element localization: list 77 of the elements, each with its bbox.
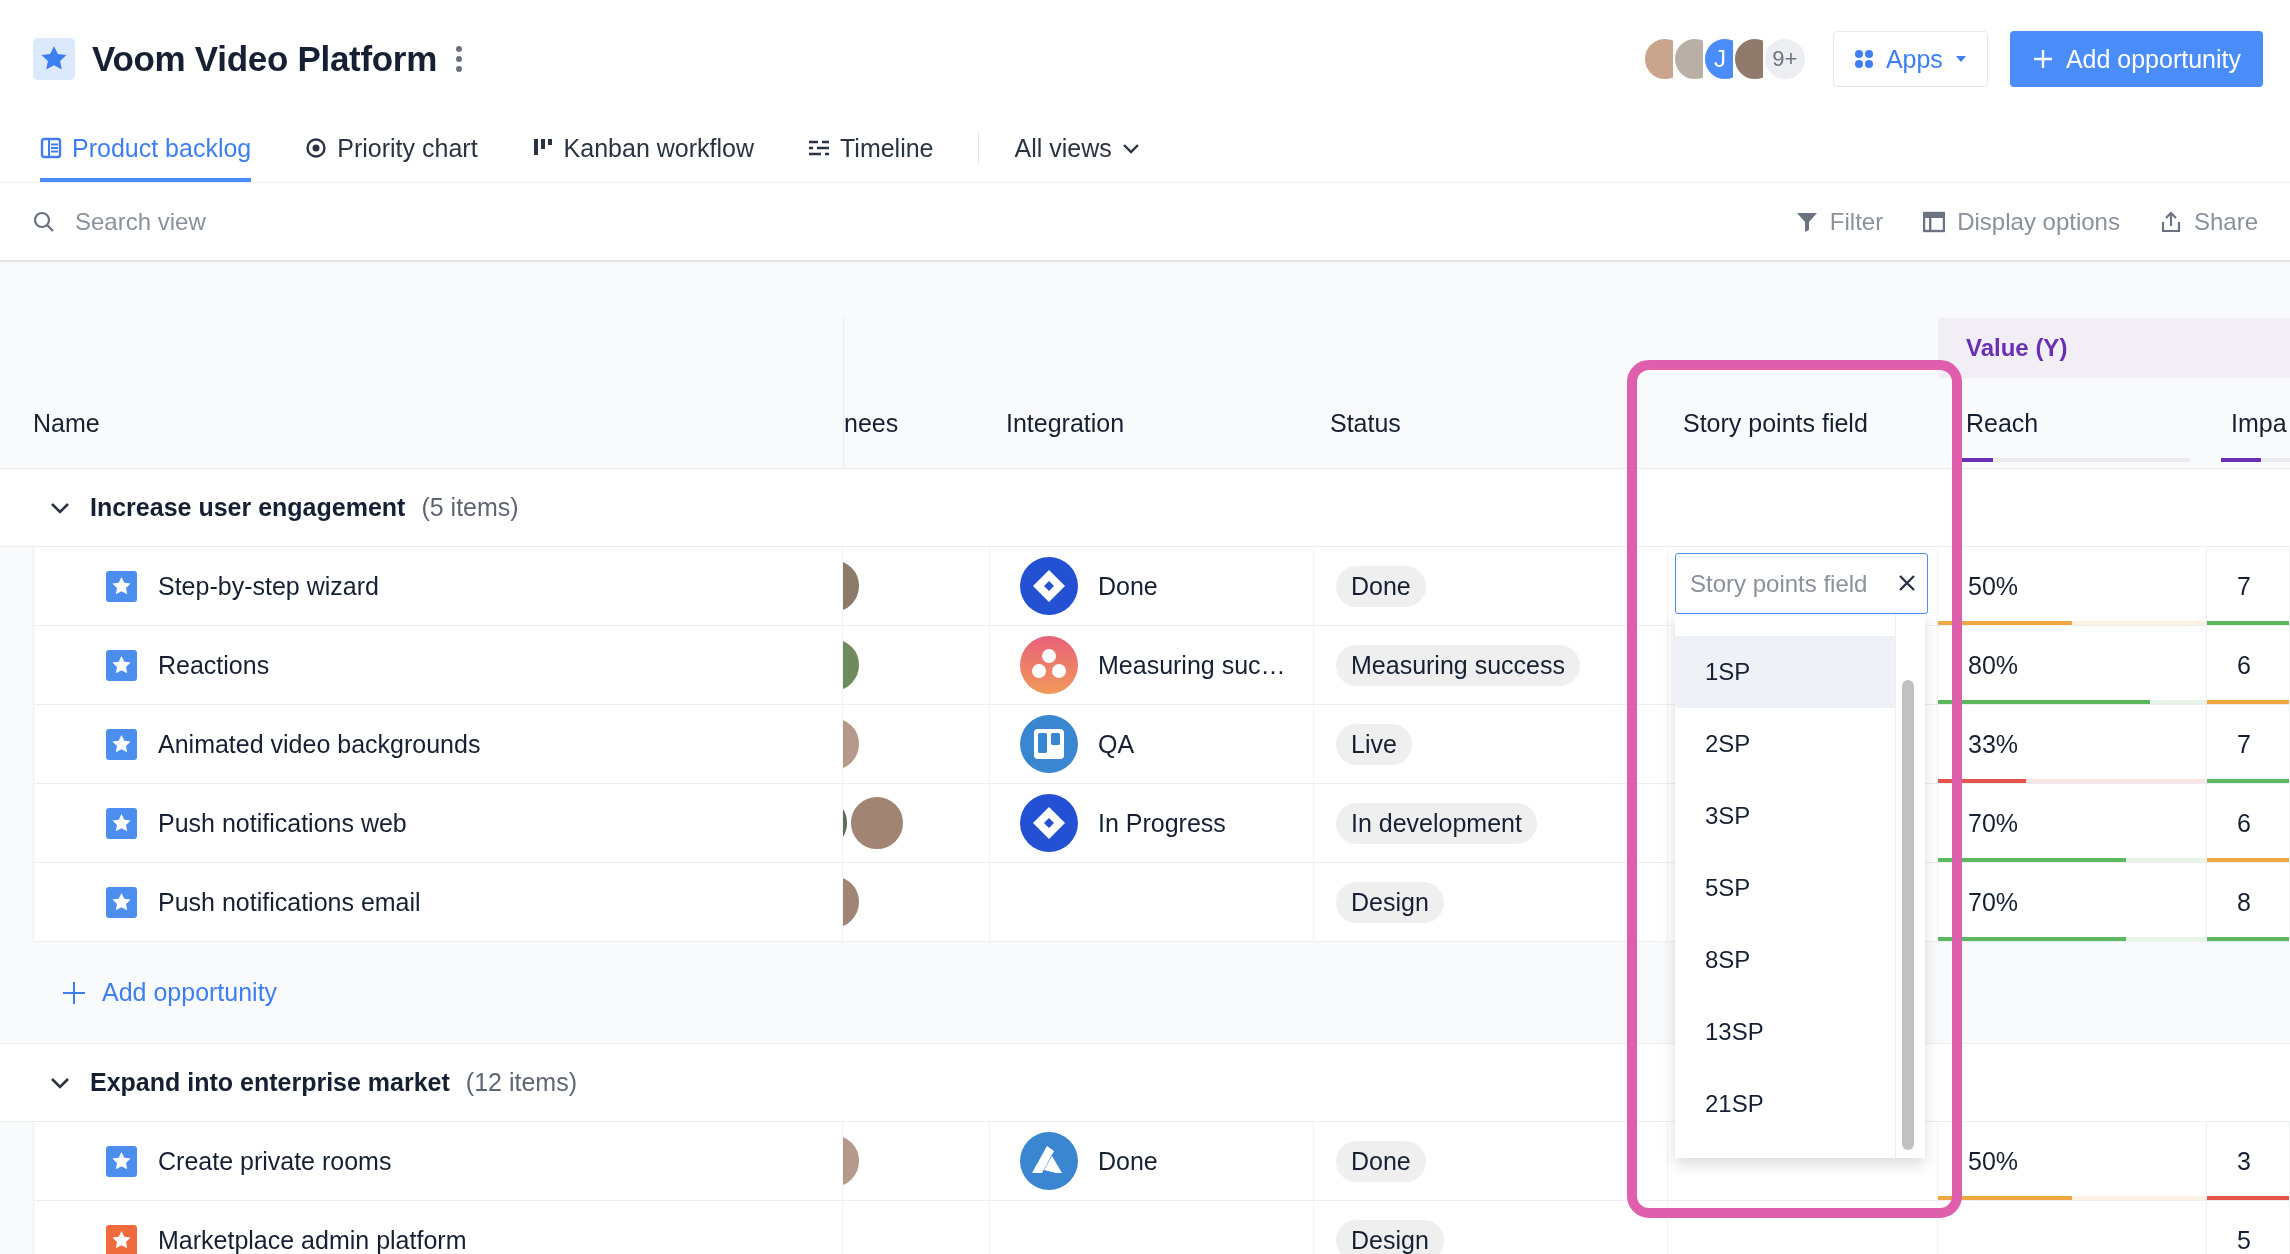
more-options-icon[interactable]: [455, 44, 463, 74]
more-members-badge[interactable]: 9+: [1762, 37, 1807, 81]
group-title: Expand into enterprise market: [90, 1068, 450, 1097]
column-header[interactable]: Reach: [1966, 408, 2039, 438]
view-tab[interactable]: Product backlog: [40, 118, 252, 182]
status-tag: Live: [1336, 723, 1412, 765]
avatar[interactable]: [1672, 37, 1703, 81]
search-field[interactable]: Search view: [75, 207, 475, 236]
status-tag: Measuring success: [1336, 644, 1580, 686]
integration-status: In Progress: [1098, 808, 1226, 838]
group-count: (5 items): [421, 493, 519, 522]
add-opportunity-link[interactable]: Add opportunity: [62, 978, 278, 1007]
impact-value: 7: [2237, 571, 2251, 601]
reach-value: 33%: [1968, 729, 2019, 759]
board-logo-icon: [1020, 715, 1078, 773]
item-name[interactable]: Reactions: [158, 650, 270, 680]
impact-value: 8: [2237, 887, 2251, 917]
target-icon: [305, 137, 328, 159]
status-tag: Done: [1336, 565, 1426, 607]
status-tag: Done: [1336, 1140, 1426, 1182]
reach-value: 50%: [1968, 1146, 2019, 1176]
column-header[interactable]: Integration: [1006, 408, 1125, 438]
diamond-logo-icon: [1020, 557, 1078, 615]
chevron-down-icon: [1121, 141, 1140, 155]
view-tab[interactable]: Timeline: [808, 118, 934, 182]
reach-value: 80%: [1968, 650, 2019, 680]
diamond-logo-icon: [1020, 794, 1078, 852]
dropdown-option[interactable]: 1SP: [1675, 636, 1895, 708]
board-title: Voom Video Platform: [92, 39, 437, 79]
impact-value: 3: [2237, 1146, 2251, 1176]
share-icon: [2159, 210, 2182, 233]
integration-status: Done: [1098, 1146, 1158, 1176]
group-count: (12 items): [465, 1068, 577, 1097]
layout-icon: [1923, 210, 1946, 233]
funnel-icon: [1795, 210, 1818, 233]
view-tab[interactable]: Kanban workflow: [531, 118, 754, 182]
group-title: Increase user engagement: [90, 493, 406, 522]
impact-value: 7: [2237, 729, 2251, 759]
view-tab[interactable]: Priority chart: [305, 118, 478, 182]
impact-value: 6: [2237, 650, 2251, 680]
item-name[interactable]: Push notifications web: [158, 808, 407, 838]
column-header[interactable]: Story points field: [1683, 408, 1868, 438]
reach-value: 50%: [1968, 571, 2019, 601]
list-icon: [40, 137, 62, 159]
status-tag: In development: [1336, 802, 1537, 844]
search-icon: [33, 210, 55, 233]
column-header[interactable]: nees: [844, 408, 899, 438]
item-name[interactable]: Push notifications email: [158, 887, 421, 917]
reach-value: 70%: [1968, 808, 2019, 838]
column-header[interactable]: Name: [33, 408, 100, 438]
close-icon[interactable]: [1898, 574, 1916, 592]
column-header[interactable]: Status: [1330, 408, 1401, 438]
column-header[interactable]: Impa: [2231, 408, 2287, 438]
avatar[interactable]: [1732, 37, 1763, 81]
impact-value: 6: [2237, 808, 2251, 838]
status-tag: Design: [1336, 881, 1444, 923]
caret-icon: [1954, 54, 1967, 64]
reach-value: 70%: [1968, 887, 2019, 917]
all-views-dropdown[interactable]: All views: [1014, 118, 1140, 182]
item-name[interactable]: Animated video backgrounds: [158, 729, 481, 759]
scrollbar-thumb[interactable]: [1902, 680, 1914, 1150]
integration-status: Done: [1098, 571, 1158, 601]
status-tag: Design: [1336, 1219, 1444, 1254]
impact-value: 5: [2237, 1225, 2251, 1254]
story-points-field[interactable]: Story points field: [1675, 553, 1928, 614]
triangle-logo-icon: [1020, 1132, 1078, 1190]
grid-icon: [1853, 49, 1874, 69]
avatar[interactable]: [1642, 37, 1673, 81]
item-name[interactable]: Create private rooms: [158, 1146, 392, 1176]
plus-icon: [2031, 48, 2054, 70]
apps-button[interactable]: Apps: [1832, 31, 1988, 87]
integration-status: QA: [1098, 729, 1135, 759]
column-group-header: Value (Y): [1938, 318, 2290, 378]
plus-icon: [62, 980, 86, 1005]
integration-status: Measuring suc…: [1098, 650, 1286, 680]
item-name[interactable]: Step-by-step wizard: [158, 571, 379, 601]
three-dots-logo-icon: [1020, 636, 1078, 694]
